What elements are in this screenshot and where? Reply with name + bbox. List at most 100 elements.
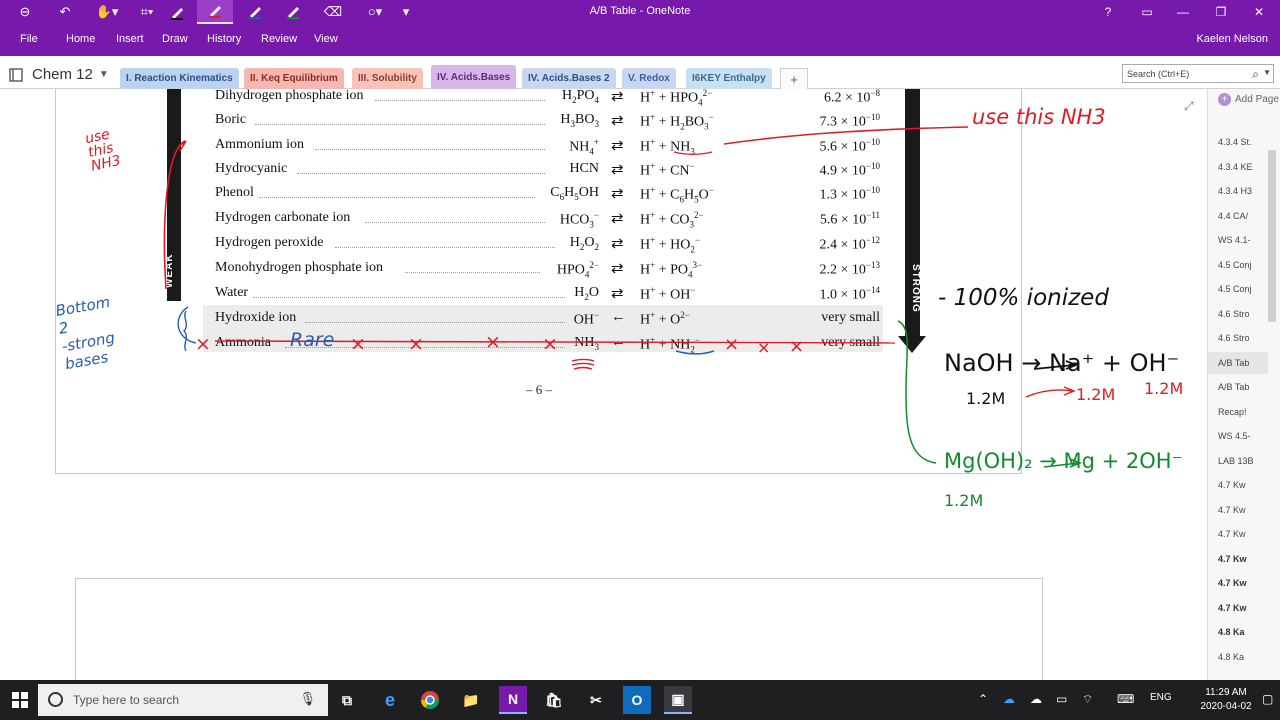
tab-reaction-kinematics[interactable]: I. Reaction Kinematics: [120, 68, 239, 89]
tab-keq-equilibrium[interactable]: II. Keq Equilibrium: [244, 68, 344, 89]
page-list-item[interactable]: 4.3.4 St.: [1208, 131, 1268, 153]
products-formula: H+ + H2BO3−: [640, 112, 714, 132]
menu-insert[interactable]: Insert: [116, 33, 144, 45]
page-list-item[interactable]: 4.8 Ka: [1208, 646, 1268, 668]
menu-home[interactable]: Home: [66, 33, 95, 45]
touch-mode-icon[interactable]: ✋▾: [92, 0, 122, 24]
acid-formula: H3BO3: [560, 112, 599, 129]
page-list-item[interactable]: 4.7 Kw: [1208, 474, 1268, 496]
help-button[interactable]: ?: [1091, 0, 1125, 24]
task-view-icon[interactable]: ⧉: [333, 686, 361, 714]
windows-start-icon[interactable]: [12, 692, 28, 708]
menu-review[interactable]: Review: [261, 33, 297, 45]
microphone-icon[interactable]: 🎙: [299, 691, 316, 707]
show-hidden-icons[interactable]: ⌃: [978, 692, 988, 706]
keyboard-icon[interactable]: ⌨: [1117, 692, 1134, 706]
lasso-select-icon[interactable]: ⌗▾: [134, 0, 160, 24]
expand-icon[interactable]: ⤢: [1184, 99, 1194, 114]
equilibrium-arrow: ⇄: [611, 162, 624, 178]
page-list-item[interactable]: 4.7 Kw: [1208, 523, 1268, 545]
page-list-item[interactable]: 4.5 Conj: [1208, 278, 1268, 300]
page-list-item[interactable]: LAB 13B: [1208, 450, 1268, 472]
leader-dots: [405, 272, 540, 273]
table-row: Hydrogen carbonate ion HCO3− ⇄ H+ + CO32− 5.…: [215, 210, 885, 232]
tab-solubility[interactable]: III. Solubility: [352, 68, 423, 89]
tab-acids-bases-2[interactable]: IV. Acids.Bases 2: [522, 68, 616, 89]
clock-time: 11:29 AM: [1205, 687, 1247, 698]
page-list-item[interactable]: 4.7 Kw: [1208, 572, 1268, 594]
page-list-item[interactable]: 4.3.4 H3: [1208, 180, 1268, 202]
page-list-item[interactable]: 4.7 Kw: [1208, 597, 1268, 619]
ink-use-this-nh3-right: use this NH3: [972, 105, 1106, 129]
edge-icon[interactable]: e: [376, 686, 404, 714]
ka-value: 4.9 × 10−10: [819, 161, 880, 179]
eraser-icon[interactable]: ⌫: [322, 0, 344, 24]
ink-cross: ×: [485, 331, 501, 353]
tab-enthalpy[interactable]: I6KEY Enthalpy: [686, 68, 772, 89]
store-icon[interactable]: 🛍: [540, 686, 568, 714]
page-list-item[interactable]: WS 4.5-: [1208, 425, 1268, 447]
search-input[interactable]: Search (Ctrl+E) ⌕ ▼: [1122, 64, 1274, 83]
ka-value: very small: [821, 310, 880, 325]
ink-rare: Rare: [290, 329, 335, 351]
clock[interactable]: 11:29 AM 2020-04-02: [1195, 686, 1257, 714]
substance-name: Hydrogen carbonate ion: [215, 210, 351, 225]
outlook-icon[interactable]: O: [623, 686, 651, 714]
shapes-icon[interactable]: ○▾: [360, 0, 390, 24]
user-name[interactable]: Kaelen Nelson: [1196, 33, 1268, 45]
back-icon[interactable]: ⊖: [14, 0, 36, 24]
cloud-icon[interactable]: ☁: [1030, 692, 1042, 706]
ink-na-concentration: 1.2M: [1076, 385, 1116, 404]
close-button[interactable]: ✕: [1242, 0, 1276, 24]
notebook-selector[interactable]: Chem 12 ▼: [8, 66, 109, 83]
page-list-item[interactable]: 4.3.4 KE: [1208, 156, 1268, 178]
battery-icon[interactable]: ▭: [1056, 692, 1067, 706]
ribbon-display-icon[interactable]: ▭: [1130, 0, 1164, 24]
acid-formula: H2O: [574, 285, 599, 302]
add-page-button[interactable]: + Add Page: [1218, 93, 1279, 106]
wifi-icon[interactable]: ⌔: [1082, 692, 1093, 707]
substance-name: Hydroxide ion: [215, 310, 297, 325]
tab-redox[interactable]: V. Redox: [622, 68, 676, 89]
menu-view[interactable]: View: [314, 33, 338, 45]
search-icon[interactable]: ⌕: [1252, 67, 1259, 82]
menu-file[interactable]: File: [20, 33, 38, 45]
page-canvas[interactable]: WEAK STRONG Dihydrogen phosphate ion H2PO…: [0, 89, 1207, 680]
page-list-item[interactable]: 4.8 Ka: [1208, 621, 1268, 643]
chevron-down-icon[interactable]: ▼: [1263, 68, 1271, 77]
maximize-button[interactable]: ❐: [1204, 0, 1238, 24]
snip-icon[interactable]: ✂: [582, 686, 610, 714]
page-list-item[interactable]: WS 4.1-: [1208, 229, 1268, 251]
undo-icon[interactable]: ↶: [54, 0, 76, 24]
menu-history[interactable]: History: [207, 33, 241, 45]
page-list-item[interactable]: 4.7 Kw: [1208, 548, 1268, 570]
tab-acids-bases[interactable]: IV. Acids.Bases: [431, 65, 517, 90]
teams-icon[interactable]: ▣: [664, 686, 692, 714]
add-section-button[interactable]: +: [780, 68, 808, 89]
page-list-item[interactable]: 4.7 Kw: [1208, 499, 1268, 521]
chrome-icon[interactable]: [416, 686, 444, 714]
substance-name: Ammonium ion: [215, 137, 305, 152]
green-pen-icon[interactable]: [282, 0, 304, 24]
minimize-button[interactable]: —: [1166, 0, 1200, 24]
onedrive-icon[interactable]: ☁: [1003, 692, 1015, 706]
onenote-icon[interactable]: N: [499, 686, 527, 714]
page-list-item[interactable]: 4.6 Stro: [1208, 327, 1268, 349]
page-list-item[interactable]: A/B Tab: [1208, 376, 1268, 398]
file-explorer-icon[interactable]: 📁: [457, 686, 485, 714]
page-list-item[interactable]: 4.6 Stro: [1208, 303, 1268, 325]
menu-draw[interactable]: Draw: [162, 33, 188, 45]
blue-pen-icon[interactable]: [244, 0, 266, 24]
page-list-item[interactable]: 4.4 CA/: [1208, 205, 1268, 227]
page-list-scrollbar[interactable]: [1268, 150, 1276, 322]
black-pen-icon[interactable]: [166, 0, 188, 24]
page-list-item[interactable]: Recap!: [1208, 401, 1268, 423]
notifications-icon[interactable]: ▢: [1262, 692, 1273, 706]
page-list-item[interactable]: A/B Tab: [1208, 351, 1268, 374]
red-pen-icon[interactable]: [197, 0, 233, 24]
customize-dropdown-icon[interactable]: ▾: [398, 0, 414, 24]
taskbar-search[interactable]: Type here to search 🎙: [38, 684, 328, 716]
ka-value: 1.0 × 10−14: [819, 285, 880, 303]
language-indicator[interactable]: ENG: [1150, 692, 1172, 703]
page-list-item[interactable]: 4.5 Conj: [1208, 254, 1268, 276]
